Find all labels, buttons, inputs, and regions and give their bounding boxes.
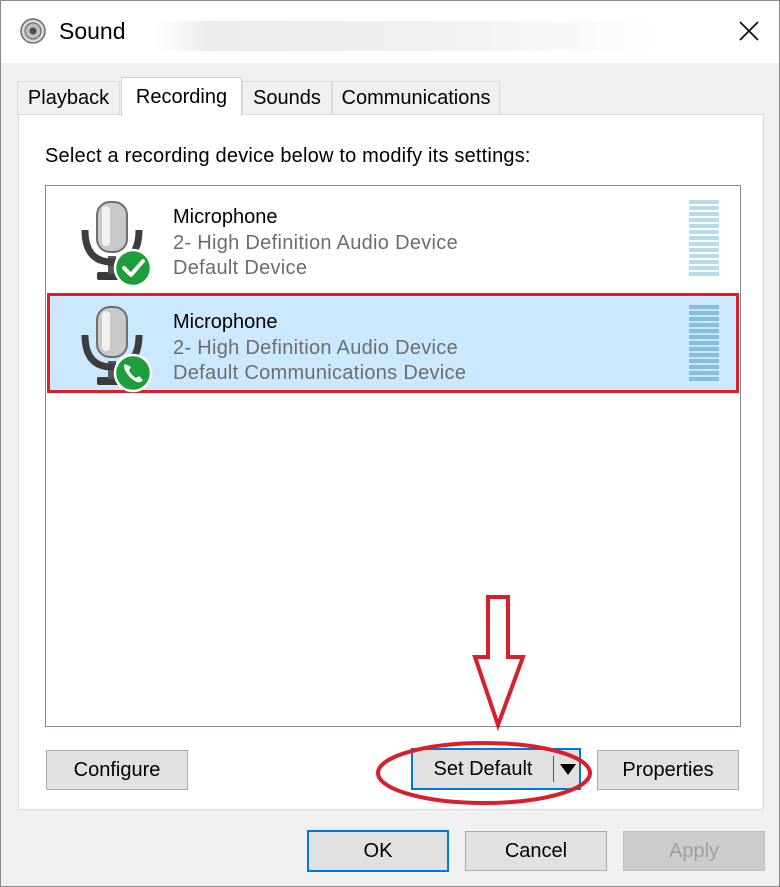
sound-dialog: Sound Playback Recording Sounds Communic…	[0, 0, 780, 887]
device-list[interactable]: Microphone 2- High Definition Audio Devi…	[45, 185, 741, 727]
level-meter	[689, 200, 719, 278]
cancel-label: Cancel	[504, 839, 568, 862]
recording-panel: Select a recording device below to modif…	[18, 114, 764, 810]
cancel-button[interactable]: Cancel	[465, 831, 607, 871]
device-name: Microphone	[173, 311, 278, 333]
close-button[interactable]	[721, 9, 777, 53]
device-driver: 2- High Definition Audio Device	[173, 232, 459, 254]
apply-label: Apply	[668, 839, 720, 862]
properties-label: Properties	[622, 758, 714, 781]
device-item-microphone-communications[interactable]: Microphone 2- High Definition Audio Devi…	[47, 293, 739, 393]
set-default-main[interactable]: Set Default	[413, 750, 553, 788]
configure-button[interactable]: Configure	[46, 750, 188, 790]
instruction-text: Select a recording device below to modif…	[45, 145, 531, 167]
tab-strip: Playback Recording Sounds Communications	[17, 77, 767, 116]
ok-button[interactable]: OK	[307, 830, 449, 872]
set-default-button[interactable]: Set Default	[411, 748, 581, 790]
device-name: Microphone	[173, 206, 278, 228]
properties-button[interactable]: Properties	[597, 750, 739, 790]
title-bar[interactable]: Sound	[1, 1, 779, 63]
window-title: Sound	[59, 18, 126, 44]
microphone-icon	[81, 306, 153, 393]
ok-label: OK	[363, 839, 393, 862]
speaker-icon	[20, 18, 46, 44]
device-status: Default Communications Device	[173, 362, 467, 384]
apply-button[interactable]: Apply	[623, 831, 765, 871]
redacted-region	[151, 21, 661, 51]
tab-recording[interactable]: Recording	[121, 77, 242, 116]
tab-sounds[interactable]: Sounds	[242, 81, 332, 115]
close-icon	[739, 21, 759, 41]
configure-label: Configure	[73, 758, 161, 781]
microphone-icon	[81, 201, 153, 288]
tab-communications[interactable]: Communications	[332, 81, 500, 115]
split-divider	[553, 756, 554, 782]
tab-playback[interactable]: Playback	[17, 81, 120, 115]
level-meter	[689, 305, 719, 383]
dropdown-arrow-icon[interactable]	[558, 759, 578, 779]
phone-icon	[113, 353, 153, 393]
device-item-microphone-default[interactable]: Microphone 2- High Definition Audio Devi…	[49, 190, 737, 288]
device-status: Default Device	[173, 257, 308, 279]
device-driver: 2- High Definition Audio Device	[173, 337, 459, 359]
check-icon	[113, 248, 153, 288]
